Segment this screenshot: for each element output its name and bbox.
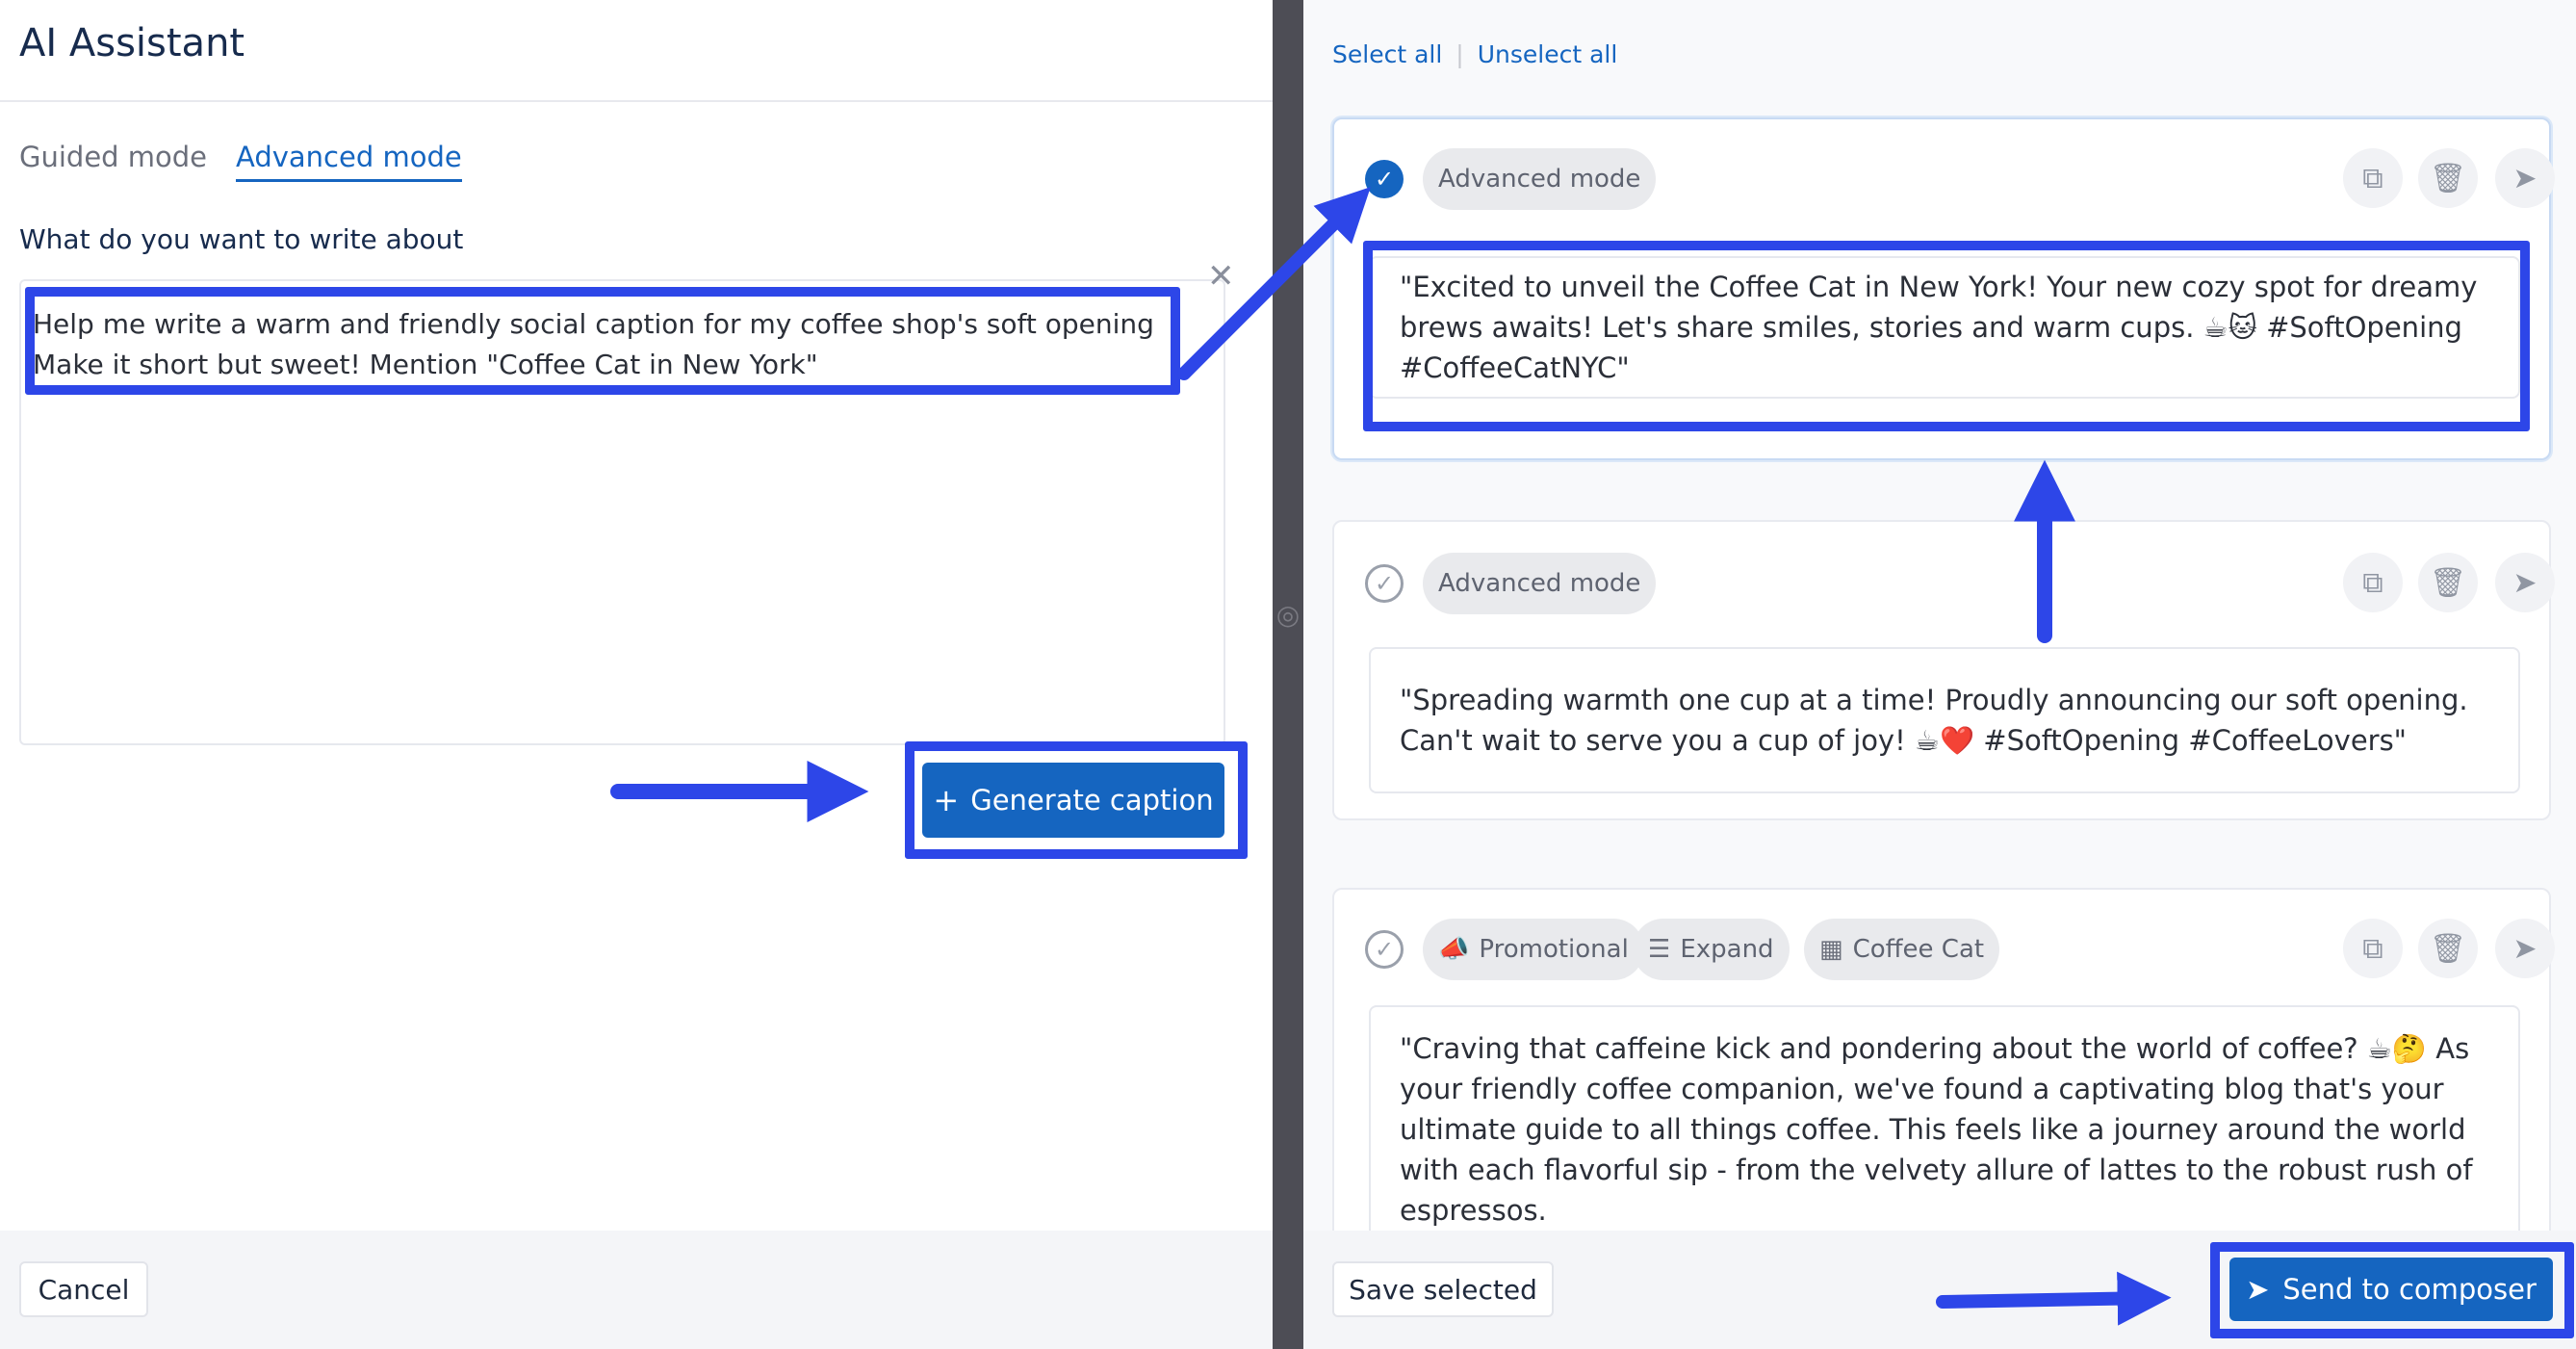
plus-icon: + <box>933 782 960 818</box>
header-divider <box>0 100 1273 102</box>
trash-icon[interactable]: 🗑 <box>2418 919 2478 978</box>
send-icon[interactable]: ➤ <box>2495 148 2555 208</box>
close-icon[interactable]: ✕ <box>1207 260 1235 293</box>
prompt-label: What do you want to write about <box>19 223 464 255</box>
panel-title: AI Assistant <box>19 21 245 65</box>
send-to-composer-label: Send to composer <box>2282 1273 2537 1306</box>
results-panel: Select all | Unselect all ✓ Advanced mode … <box>1303 0 2576 1349</box>
ai-assistant-panel: AI Assistant Guided mode Advanced mode W… <box>0 0 1273 1349</box>
chip-label: Expand <box>1680 935 1774 964</box>
chip-label: Advanced mode <box>1438 569 1641 598</box>
tab-advanced-mode[interactable]: Advanced mode <box>236 141 462 182</box>
send-icon: ➤ <box>2246 1273 2270 1306</box>
link-separator: | <box>1455 40 1464 68</box>
cancel-button[interactable]: Cancel <box>19 1261 148 1317</box>
tab-guided-mode[interactable]: Guided mode <box>19 141 207 173</box>
chip-promotional: 📣 Promotional <box>1423 919 1644 980</box>
check-icon[interactable]: ✓ <box>1365 564 1404 603</box>
copy-icon[interactable]: ⧉ <box>2343 919 2403 978</box>
generate-caption-button[interactable]: + Generate caption <box>922 763 1224 838</box>
chip-label: Coffee Cat <box>1852 935 1985 964</box>
save-selected-button[interactable]: Save selected <box>1332 1261 1554 1317</box>
left-footer <box>0 1231 1273 1349</box>
unselect-all-link[interactable]: Unselect all <box>1478 40 1618 68</box>
chip-label: Promotional <box>1479 935 1629 964</box>
chip-label: Advanced mode <box>1438 165 1641 194</box>
panel-divider <box>1273 0 1303 1349</box>
check-icon[interactable]: ✓ <box>1365 930 1404 969</box>
caption-card[interactable]: ✓ Advanced mode ⧉ 🗑 ➤ "Excited to unveil… <box>1332 117 2555 460</box>
prompt-textarea-value[interactable]: Help me write a warm and friendly social… <box>33 304 1188 385</box>
caption-card[interactable]: ✓ Advanced mode ⧉ 🗑 ➤ "Spreading warmth … <box>1332 520 2555 820</box>
trash-icon[interactable]: 🗑 <box>2418 553 2478 612</box>
send-icon[interactable]: ➤ <box>2495 919 2555 978</box>
trash-icon[interactable]: 🗑 <box>2418 148 2478 208</box>
check-icon[interactable]: ✓ <box>1365 160 1404 198</box>
caption-text[interactable]: "Excited to unveil the Coffee Cat in New… <box>1369 256 2520 399</box>
copy-icon[interactable]: ⧉ <box>2343 148 2403 208</box>
megaphone-icon: 📣 <box>1438 935 1470 964</box>
chip-advanced-mode: Advanced mode <box>1423 553 1657 614</box>
lines-icon: ☰ <box>1648 935 1671 964</box>
building-icon: ▦ <box>1819 935 1843 964</box>
select-all-link[interactable]: Select all <box>1332 40 1442 68</box>
chip-advanced-mode: Advanced mode <box>1423 148 1657 210</box>
camera-icon: ◎ <box>1275 599 1301 631</box>
copy-icon[interactable]: ⧉ <box>2343 553 2403 612</box>
selection-links: Select all | Unselect all <box>1332 40 1617 68</box>
chip-coffee-cat: ▦ Coffee Cat <box>1804 919 2000 980</box>
send-to-composer-button[interactable]: ➤ Send to composer <box>2229 1258 2553 1321</box>
send-icon[interactable]: ➤ <box>2495 553 2555 612</box>
chip-expand: ☰ Expand <box>1633 919 1790 980</box>
caption-text[interactable]: "Spreading warmth one cup at a time! Pro… <box>1369 647 2520 793</box>
generate-caption-label: Generate caption <box>970 784 1214 817</box>
